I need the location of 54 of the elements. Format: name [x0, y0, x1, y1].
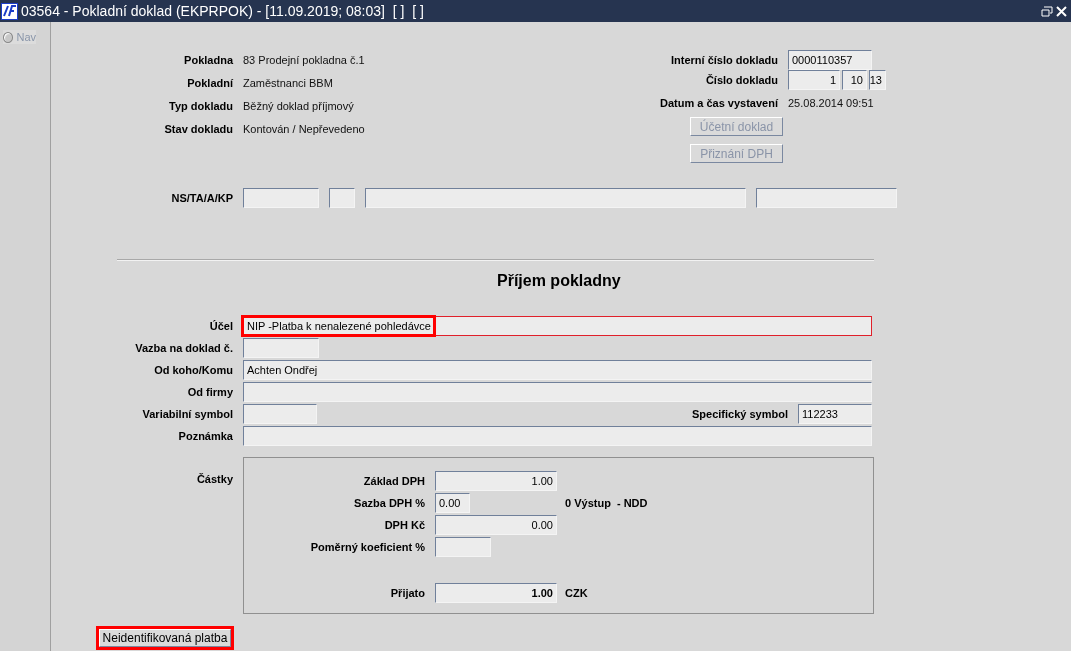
input-field[interactable]: 0.00	[435, 493, 470, 513]
field-label: Variabilní symbol	[141, 408, 233, 420]
field-label: Vazba na doklad č.	[134, 342, 233, 354]
input-field[interactable]	[243, 426, 872, 446]
window-title: 03564 - Pokladní doklad (EKPRPOK) - [11.09.2019; 08:03] [ ] [ ]	[21, 3, 425, 19]
input-field[interactable]: 1.00	[435, 583, 557, 603]
field-label: Přijato	[389, 587, 425, 599]
restore-icon[interactable]	[1041, 5, 1053, 17]
field-label: Od firmy	[186, 386, 233, 398]
section-title: Příjem pokladny	[497, 272, 622, 291]
action-button[interactable]: Neidentifikovaná platba	[99, 629, 231, 647]
input-field[interactable]	[243, 382, 872, 402]
field-label: Specifický symbol	[692, 408, 788, 420]
field-value: 83 Prodejní pokladna č.1	[243, 53, 366, 66]
field-label: Od koho/Komu	[153, 364, 233, 376]
input-field[interactable]: 112233	[798, 404, 872, 424]
input-field[interactable]	[435, 537, 491, 557]
field-label: Částky	[195, 473, 233, 487]
input-field[interactable]: 0.00	[435, 515, 557, 535]
field-label: Sazba DPH %	[353, 497, 425, 509]
field-label: Pokladní	[186, 76, 233, 89]
input-field[interactable]	[365, 188, 746, 208]
close-icon[interactable]	[1056, 5, 1067, 17]
field-label: NS/TA/A/KP	[170, 192, 233, 204]
field-label: Stav dokladu	[163, 122, 233, 135]
input-field[interactable]: Achten Ondřej	[243, 360, 872, 380]
field-label: Datum a čas vystavení	[659, 97, 778, 109]
field-label: Účel	[208, 320, 233, 332]
input-field[interactable]: 1.00	[435, 471, 557, 491]
input-field[interactable]: 1	[788, 70, 840, 90]
input-field[interactable]: NIP -Platba k nenalezené pohledávce	[243, 316, 872, 336]
input-field[interactable]	[243, 188, 319, 208]
input-field[interactable]	[329, 188, 355, 208]
app-logo-icon	[1, 2, 18, 20]
field-label: Číslo dokladu	[704, 74, 778, 86]
field-value: Běžný doklad příjmový	[243, 99, 355, 112]
field-value: Zaměstnanci BBM	[243, 76, 334, 89]
field-label: Pokladna	[183, 53, 233, 66]
input-field[interactable]: 10	[842, 70, 867, 90]
input-field[interactable]: 0000110357	[788, 50, 872, 70]
input-field[interactable]: 13	[869, 70, 886, 90]
field-label: DPH Kč	[383, 519, 425, 531]
field-note: 0 Výstup - NDD	[565, 497, 649, 509]
field-label: Typ dokladu	[168, 99, 233, 112]
field-label: Základ DPH	[362, 475, 425, 487]
field-label: Interní číslo dokladu	[670, 54, 778, 66]
input-field[interactable]	[756, 188, 897, 208]
field-value: 25.08.2014 09:51	[788, 97, 875, 109]
field-value: Kontován / Nepřevedeno	[243, 122, 366, 135]
field-label: Poznámka	[177, 430, 233, 442]
field-note: CZK	[565, 587, 589, 599]
input-field[interactable]	[243, 338, 319, 358]
input-field[interactable]	[243, 404, 317, 424]
field-label: Poměrný koeficient %	[309, 541, 425, 553]
